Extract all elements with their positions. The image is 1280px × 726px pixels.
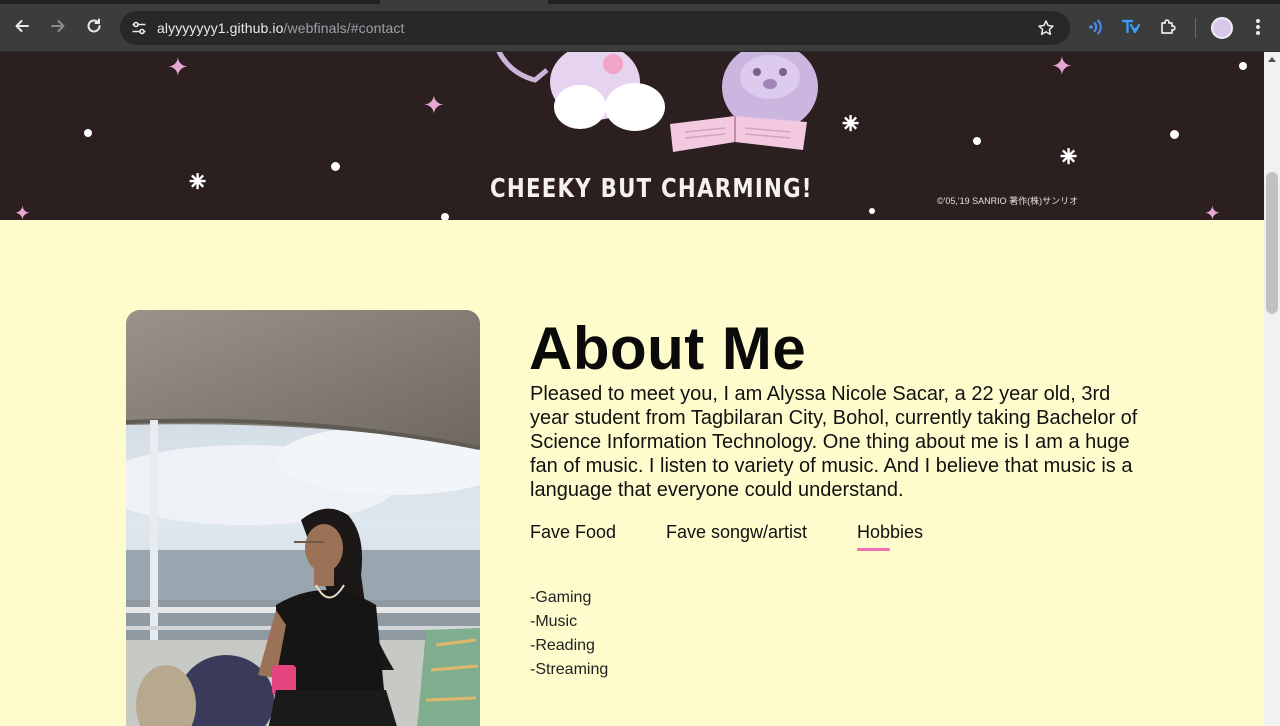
tab-strip-edge [548, 0, 1280, 4]
page-scrollbar[interactable] [1264, 52, 1280, 726]
scrollbar-thumb[interactable] [1266, 172, 1278, 314]
menu-dot [1256, 31, 1260, 35]
hobbies-list: -Gaming -Music -Reading -Streaming [530, 586, 608, 682]
arrow-left-icon [15, 20, 29, 32]
address-bar[interactable]: alyyyyyyy1.github.io/webfinals/#contact [120, 11, 1070, 45]
tune-icon [132, 21, 146, 35]
extension-translate-button[interactable] [1121, 16, 1143, 38]
star-dot [1239, 62, 1247, 70]
star-icon [1038, 20, 1054, 36]
tab-strip-edge [0, 0, 380, 4]
hero-banner: ✦ ✦ ✦ ✦ ✦ ⁕ ⁕ ⁕ CHEEKY BUT CHARMING! ©'0… [0, 52, 1264, 220]
sanrio-characters-illustration [496, 52, 818, 152]
bookmark-star-button[interactable] [1036, 18, 1056, 38]
banner-copyright: ©'05,'19 SANRIO 著作(株)サンリオ [937, 196, 1079, 206]
puzzle-piece-icon [1161, 19, 1176, 34]
menu-dot [1256, 25, 1260, 29]
white-burst-icon: ⁕ [838, 108, 864, 141]
reload-button[interactable] [82, 14, 106, 38]
extensions-button[interactable] [1157, 16, 1179, 38]
url-path: /webfinals/#contact [283, 20, 405, 36]
back-button[interactable] [10, 14, 34, 38]
about-paragraph: Pleased to meet you, I am Alyssa Nicole … [530, 383, 1138, 501]
profile-avatar-button[interactable] [1211, 17, 1233, 39]
page-viewport: ✦ ✦ ✦ ✦ ✦ ⁕ ⁕ ⁕ CHEEKY BUT CHARMING! ©'0… [0, 52, 1264, 726]
white-burst-icon: ⁕ [1056, 141, 1082, 174]
list-item: -Music [530, 613, 578, 630]
tab-hobbies[interactable]: Hobbies [857, 522, 923, 543]
translate-extension-icon [1121, 19, 1141, 34]
star-dot [84, 129, 92, 137]
menu-dot [1256, 19, 1260, 23]
banner-tagline: CHEEKY BUT CHARMING! [490, 174, 813, 204]
tab-fave-food[interactable]: Fave Food [530, 522, 616, 543]
star-dot [869, 208, 875, 214]
site-info-button[interactable] [128, 17, 150, 39]
sound-waves-icon [1089, 19, 1102, 35]
star-dot [331, 162, 340, 171]
about-title: About Me [529, 315, 807, 382]
pink-sparkle-icon: ✦ [423, 90, 445, 120]
arrow-right-icon [51, 20, 65, 32]
url-text[interactable]: alyyyyyyy1.github.io/webfinals/#contact [157, 20, 404, 36]
star-dot [1170, 130, 1179, 139]
browser-toolbar: alyyyyyyy1.github.io/webfinals/#contact [0, 0, 1280, 52]
list-item: -Gaming [530, 589, 592, 606]
extension-read-aloud-button[interactable] [1085, 16, 1107, 38]
toolbar-separator [1195, 18, 1196, 38]
profile-photo [126, 310, 480, 726]
scroll-up-arrow-icon[interactable] [1268, 57, 1276, 62]
white-burst-icon: ⁕ [185, 166, 211, 199]
star-dot [973, 137, 981, 145]
pink-sparkle-icon: ✦ [1204, 203, 1221, 220]
active-tab-indicator [857, 548, 890, 551]
pink-sparkle-icon: ✦ [1051, 52, 1073, 81]
forward-button[interactable] [46, 14, 70, 38]
tab-fave-song-artist[interactable]: Fave songw/artist [666, 522, 807, 543]
url-host: alyyyyyyy1.github.io [157, 20, 284, 36]
browser-menu-button[interactable] [1250, 16, 1266, 38]
pink-sparkle-icon: ✦ [167, 52, 189, 82]
list-item: -Reading [530, 637, 595, 654]
list-item: -Streaming [530, 661, 609, 678]
reload-icon [87, 18, 101, 33]
photo-illustration [126, 310, 480, 726]
star-dot [441, 213, 449, 220]
pink-sparkle-icon: ✦ [14, 203, 31, 220]
